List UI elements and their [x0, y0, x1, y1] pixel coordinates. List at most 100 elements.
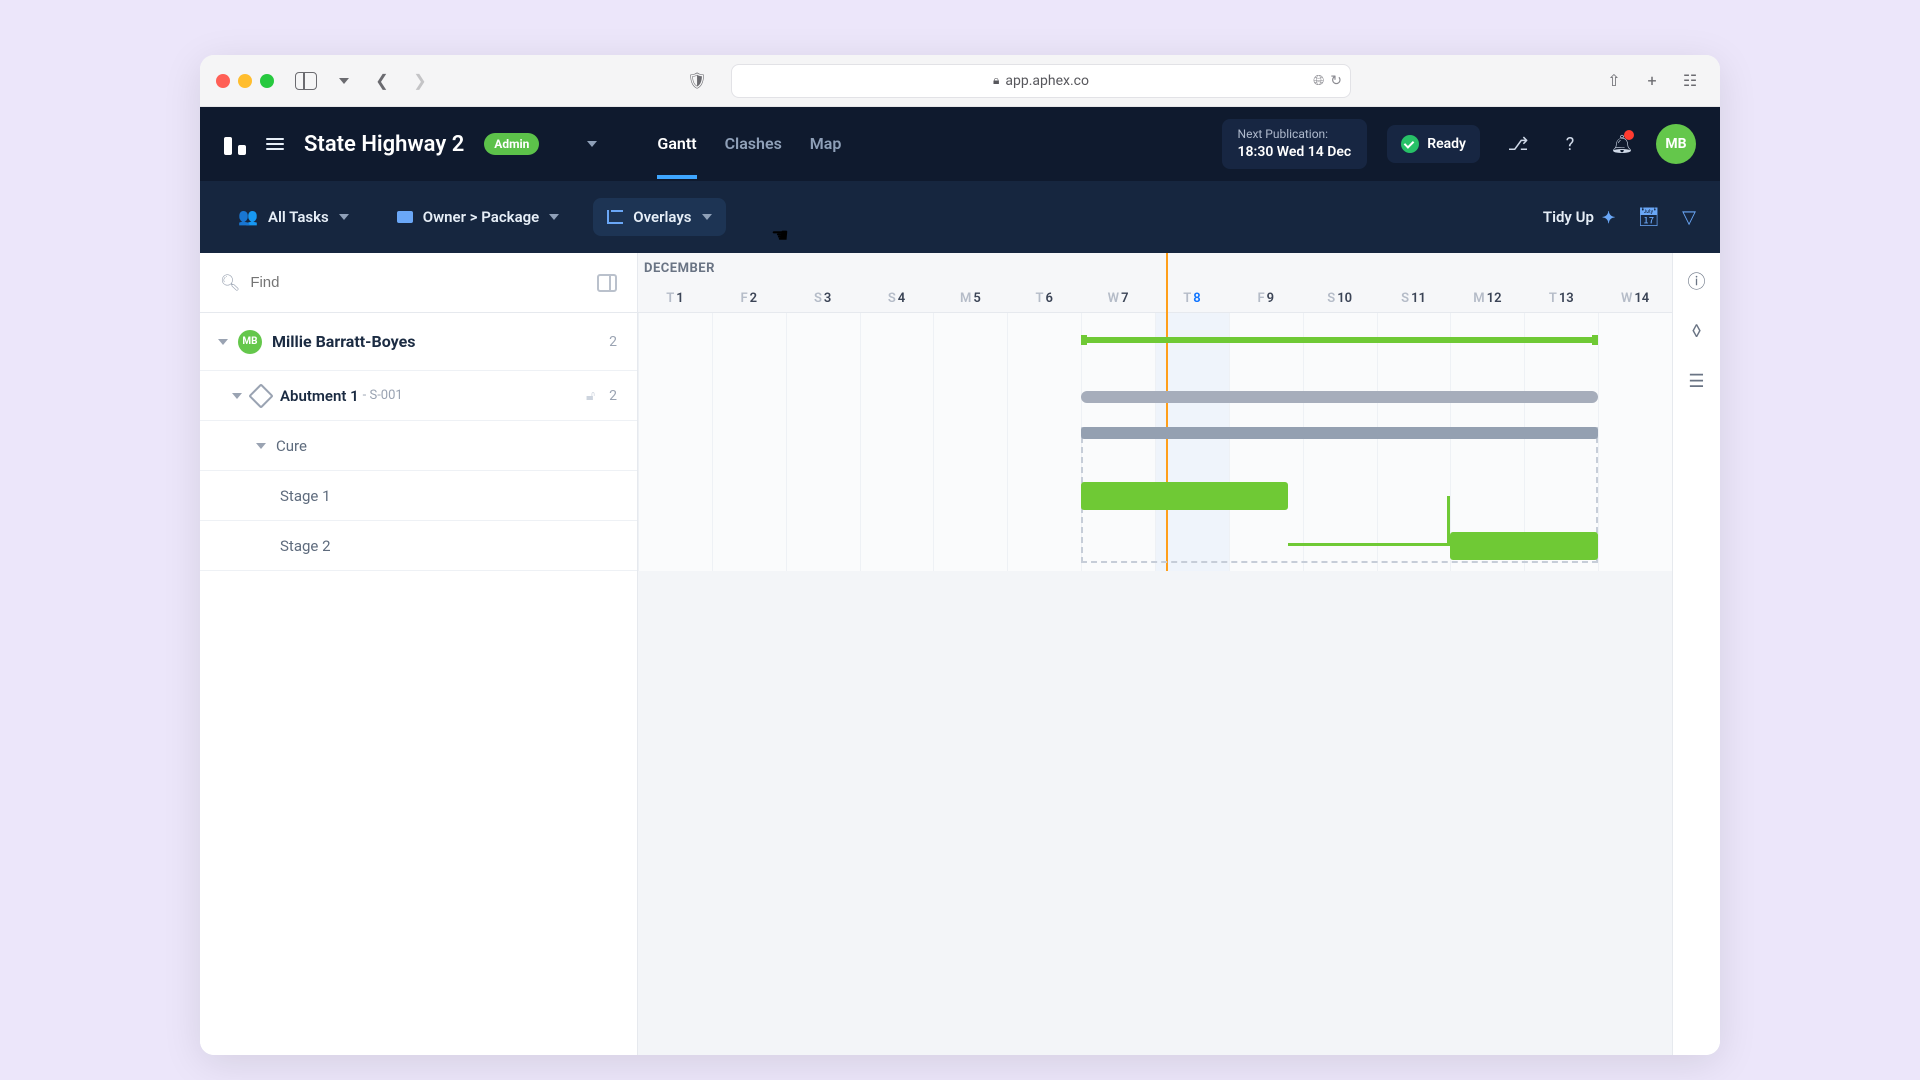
package-summary-bar[interactable]	[1081, 391, 1598, 403]
day-header[interactable]: M12	[1450, 291, 1524, 306]
project-title: State Highway 2	[304, 132, 464, 157]
gantt-timeline[interactable]: DECEMBER T1F2S3S4M5T6W7T8F9S10S11M12T13W…	[638, 253, 1672, 1055]
new-tab-icon[interactable]: +	[1638, 67, 1666, 95]
package-row[interactable]: Abutment 1 - S-001 🔓︎ 2	[200, 371, 637, 421]
collapse-icon[interactable]	[218, 339, 228, 345]
day-header[interactable]: S3	[786, 291, 860, 306]
help-icon[interactable]: ?	[1552, 126, 1588, 162]
day-header[interactable]: F2	[712, 291, 786, 306]
day-header[interactable]: M5	[933, 291, 1007, 306]
chevron-down-icon	[339, 214, 349, 220]
task-label: Stage 2	[280, 537, 331, 555]
month-label: DECEMBER	[644, 261, 715, 276]
sidebar-toggle-icon[interactable]	[292, 67, 320, 95]
url-text: app.aphex.co	[1005, 73, 1089, 89]
owner-row[interactable]: MB Millie Barratt-Boyes 2	[200, 313, 637, 371]
task-bar-stage1[interactable]	[1081, 482, 1288, 510]
notification-badge	[1624, 130, 1634, 140]
chevron-down-icon[interactable]	[330, 67, 358, 95]
collapse-icon[interactable]	[232, 393, 242, 399]
day-header[interactable]: S4	[860, 291, 934, 306]
day-header[interactable]: T1	[638, 291, 712, 306]
task-bar-stage2[interactable]	[1450, 532, 1598, 560]
reload-icon[interactable]: ↻	[1330, 73, 1342, 89]
day-header[interactable]: W14	[1598, 291, 1672, 306]
tasks-filter-button[interactable]: All Tasks	[224, 197, 363, 237]
find-row: 🔍︎	[200, 253, 637, 313]
link-icon[interactable]: ◊	[1685, 319, 1709, 343]
package-count: 2	[609, 388, 617, 404]
cure-summary-bar[interactable]	[1081, 427, 1598, 439]
notifications-icon[interactable]: 🔔︎	[1604, 126, 1640, 162]
back-icon[interactable]: ❮	[368, 67, 396, 95]
tabs-overview-icon[interactable]: ☷	[1676, 67, 1704, 95]
task-tree-panel: 🔍︎ MB Millie Barratt-Boyes 2 Abutment 1 …	[200, 253, 638, 1055]
main-content: 🔍︎ MB Millie Barratt-Boyes 2 Abutment 1 …	[200, 253, 1720, 1055]
overlays-button[interactable]: Overlays	[593, 198, 725, 236]
tab-clashes[interactable]: Clashes	[725, 110, 782, 179]
url-bar[interactable]: 🔒︎ app.aphex.co 🌐︎ ↻	[731, 64, 1351, 98]
collapse-icon[interactable]	[256, 443, 266, 449]
zoom-window-icon[interactable]	[260, 74, 274, 88]
lock-icon: 🔓︎	[586, 388, 595, 404]
task-row-stage2[interactable]: Stage 2	[200, 521, 637, 571]
layers-icon	[248, 383, 273, 408]
chart-icon	[607, 210, 623, 224]
menu-icon[interactable]	[266, 138, 284, 150]
day-header[interactable]: T6	[1007, 291, 1081, 306]
tab-map[interactable]: Map	[810, 110, 842, 179]
close-window-icon[interactable]	[216, 74, 230, 88]
next-publication: Next Publication: 18:30 Wed 14 Dec	[1222, 119, 1368, 169]
day-header[interactable]: F9	[1229, 291, 1303, 306]
day-header[interactable]: S10	[1303, 291, 1377, 306]
owner-name: Millie Barratt-Boyes	[272, 332, 415, 351]
browser-chrome: ❮ ❯ 🛡︎ 🔒︎ app.aphex.co 🌐︎ ↻ ⇧ + ☷	[200, 55, 1720, 107]
status-pill[interactable]: Ready	[1387, 125, 1480, 163]
day-header[interactable]: W7	[1081, 291, 1155, 306]
search-icon: 🔍︎	[220, 273, 240, 292]
panel-layout-icon[interactable]	[597, 274, 617, 292]
tab-gantt[interactable]: Gantt	[657, 110, 696, 179]
people-icon	[238, 207, 258, 227]
chevron-down-icon	[549, 214, 559, 220]
empty-area	[638, 571, 1672, 1055]
tidy-up-button[interactable]: Tidy Up ✦	[1543, 208, 1615, 227]
task-label: Cure	[276, 437, 307, 455]
timeline-header: DECEMBER T1F2S3S4M5T6W7T8F9S10S11M12T13W…	[638, 253, 1672, 313]
grouping-button[interactable]: Owner > Package	[383, 198, 574, 236]
chevron-down-icon	[702, 214, 712, 220]
day-header[interactable]: T13	[1524, 291, 1598, 306]
overlays-label: Overlays	[633, 208, 691, 226]
dependency-link	[1288, 496, 1450, 546]
find-input[interactable]	[250, 274, 597, 291]
day-header[interactable]: S11	[1377, 291, 1451, 306]
task-row-stage1[interactable]: Stage 1	[200, 471, 637, 521]
package-name: Abutment 1	[280, 387, 359, 405]
grouping-label: Owner > Package	[423, 208, 540, 226]
owner-summary-bar[interactable]	[1081, 337, 1598, 343]
owner-avatar: MB	[238, 330, 262, 354]
publication-date: 18:30 Wed 14 Dec	[1238, 143, 1352, 161]
publication-label: Next Publication:	[1238, 127, 1352, 143]
task-label: Stage 1	[280, 487, 331, 505]
lock-icon: 🔒︎	[993, 73, 999, 88]
package-code: - S-001	[363, 388, 403, 403]
shield-icon[interactable]: 🛡︎	[683, 67, 711, 95]
user-avatar[interactable]: MB	[1656, 124, 1696, 164]
calendar-icon[interactable]: 📅︎	[1637, 207, 1660, 228]
cursor-icon: ☚	[771, 223, 789, 247]
filter-icon[interactable]: ▽	[1682, 207, 1696, 228]
task-row-cure[interactable]: Cure	[200, 421, 637, 471]
list-icon[interactable]: ☰	[1685, 369, 1709, 393]
share-icon[interactable]: ⇧	[1600, 67, 1628, 95]
project-dropdown-icon[interactable]	[587, 141, 597, 147]
app-header: State Highway 2 Admin Gantt Clashes Map …	[200, 107, 1720, 181]
info-icon[interactable]: ⓘ	[1685, 269, 1709, 293]
app-logo-icon[interactable]	[224, 133, 246, 155]
translate-icon[interactable]: 🌐︎	[1313, 73, 1324, 89]
share-network-icon[interactable]: ⎇	[1500, 126, 1536, 162]
owner-count: 2	[609, 334, 617, 350]
role-badge: Admin	[484, 133, 539, 155]
day-headers: T1F2S3S4M5T6W7T8F9S10S11M12T13W14	[638, 291, 1672, 306]
minimize-window-icon[interactable]	[238, 74, 252, 88]
